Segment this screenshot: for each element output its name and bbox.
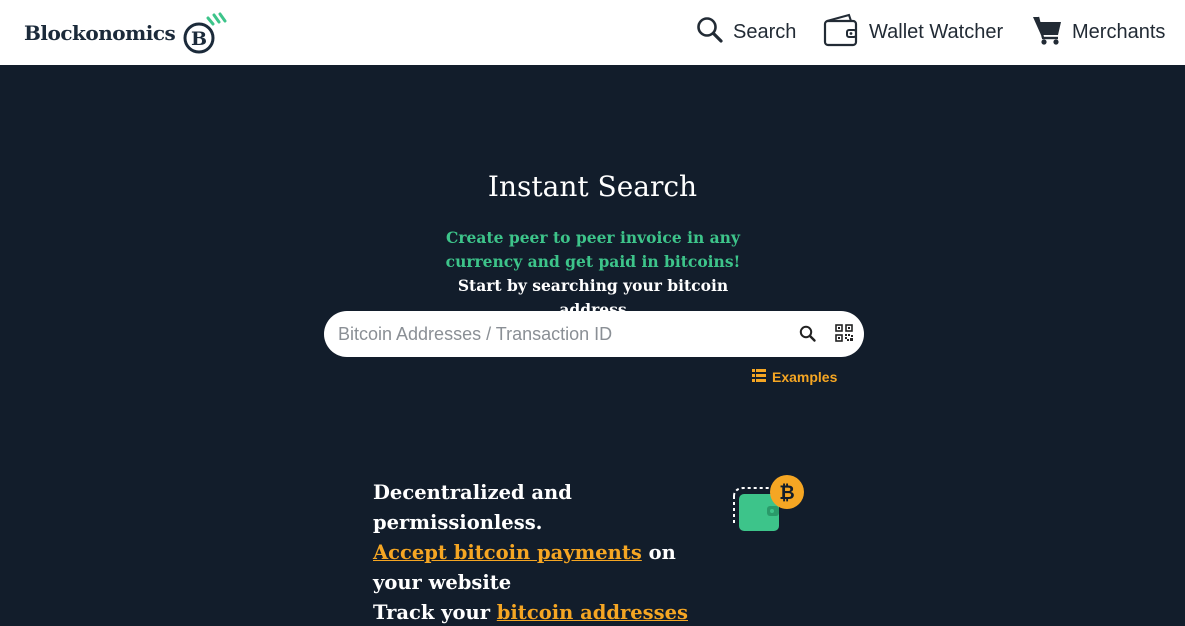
feature-line-accept: Accept bitcoin payments on your website: [373, 538, 728, 598]
qr-scan-button[interactable]: [835, 324, 853, 342]
search-icon: [696, 16, 723, 49]
features-text: Decentralized and permissionless. Accept…: [373, 478, 728, 626]
top-navbar: Blockonomics B Search Wallet Watcher Mer…: [0, 0, 1185, 65]
search-input[interactable]: [338, 311, 788, 357]
nav-merchants[interactable]: Merchants: [1032, 0, 1165, 65]
bitcoin-wallet-icon: ₿: [730, 474, 808, 536]
svg-text:₿: ₿: [779, 482, 794, 504]
logo[interactable]: Blockonomics B: [24, 10, 231, 56]
page-title: Instant Search: [487, 170, 698, 203]
feature-line-decentralized: Decentralized and permissionless.: [373, 481, 572, 534]
examples-label: Examples: [772, 369, 838, 385]
qr-code-icon: [835, 324, 853, 342]
logo-text: Blockonomics: [24, 21, 176, 45]
examples-link[interactable]: Examples: [752, 367, 837, 387]
nav-search-label: Search: [733, 21, 797, 43]
feature-line-track: Track your bitcoin addresses: [373, 598, 728, 626]
search-bar: [324, 311, 864, 357]
search-button[interactable]: [798, 324, 818, 344]
nav-wallet-watcher-label: Wallet Watcher: [869, 21, 1004, 43]
shopping-cart-icon: [1032, 14, 1062, 52]
search-icon: [799, 325, 816, 342]
hero-subtitle-highlight: Create peer to peer invoice in any curre…: [445, 228, 741, 271]
nav-merchants-label: Merchants: [1072, 21, 1166, 43]
hero-subtitle: Create peer to peer invoice in any curre…: [440, 226, 746, 322]
feature-line-track-prefix: Track your: [373, 601, 497, 624]
nav-search[interactable]: Search: [696, 0, 796, 65]
nav-wallet-watcher[interactable]: Wallet Watcher: [823, 0, 1003, 65]
svg-text:B: B: [191, 28, 207, 50]
accept-bitcoin-payments-link[interactable]: Accept bitcoin payments: [373, 541, 642, 564]
wallet-icon: [823, 12, 859, 54]
bitcoin-addresses-link[interactable]: bitcoin addresses: [497, 601, 688, 624]
list-icon: [752, 369, 766, 385]
bitcoin-logo-icon: B: [181, 10, 231, 56]
